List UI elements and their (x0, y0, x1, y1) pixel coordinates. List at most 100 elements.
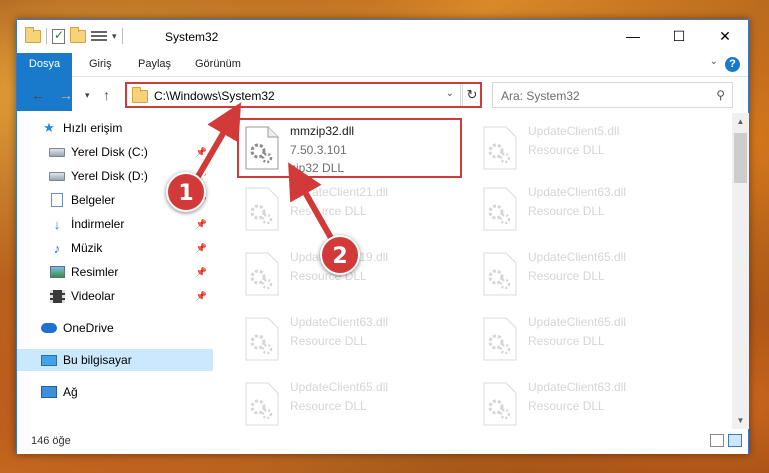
pin-icon[interactable]: 📌 (196, 219, 207, 230)
new-folder-icon[interactable] (70, 26, 86, 43)
file-type: Resource DLL (290, 399, 367, 413)
sidebar-item-label: Yerel Disk (C:) (71, 145, 148, 159)
navigation-pane: ★ Hızlı erişim Yerel Disk (C:) 📌 Yerel D… (17, 113, 213, 429)
file-type: Resource DLL (528, 399, 605, 413)
up-arrow-icon[interactable]: ↑ (103, 87, 110, 103)
file-item[interactable]: UpdateClient21.dll Resource DLL (238, 180, 460, 238)
title-bar: ▾ System32 — ☐ ✕ (17, 20, 748, 53)
scroll-down-icon[interactable]: ▼ (732, 412, 749, 429)
maximize-button[interactable]: ☐ (656, 20, 702, 52)
file-item[interactable]: UpdateClient63.dll Resource DLL (476, 180, 698, 238)
star-icon: ★ (43, 120, 55, 135)
dll-file-icon (483, 252, 517, 296)
file-item[interactable]: UpdateClient65.dll Resource DLL (476, 310, 698, 368)
close-button[interactable]: ✕ (702, 20, 748, 52)
folder-icon (25, 26, 41, 43)
file-item[interactable]: UpdateClient65.dll Resource DLL (238, 375, 460, 429)
sidebar-item-music[interactable]: ♪ Müzik 📌 (17, 237, 213, 259)
file-name: UpdateClient63.dll (528, 185, 627, 199)
expand-ribbon-icon[interactable]: ⌄ (710, 56, 718, 67)
address-bar[interactable]: C:\Windows\System32 ⌄ (125, 82, 461, 108)
properties-check-icon[interactable] (52, 28, 65, 44)
sidebar-item-label: Hızlı erişim (63, 121, 123, 135)
file-item[interactable]: UpdateClient65.dll Resource DLL (476, 245, 698, 303)
file-name: UpdateClient65.dll (528, 250, 627, 264)
pin-icon[interactable]: 📌 (196, 291, 207, 302)
pin-icon[interactable]: 📌 (196, 243, 207, 254)
large-icons-view-icon[interactable] (728, 434, 742, 447)
window-controls: — ☐ ✕ (610, 20, 748, 52)
music-icon: ♪ (53, 240, 61, 256)
dll-file-icon (245, 382, 279, 426)
search-placeholder: Ara: System32 (501, 89, 580, 103)
sidebar-item-label: OneDrive (63, 321, 114, 335)
file-name: mmzip32.dll (290, 124, 355, 138)
file-type: Resource DLL (528, 204, 605, 218)
pin-icon[interactable]: 📌 (196, 267, 207, 278)
sidebar-item-label: Bu bilgisayar (63, 353, 132, 367)
sidebar-item-network[interactable]: Ağ (17, 381, 213, 403)
step-badge-2: 2 (320, 235, 360, 275)
dll-file-icon (483, 382, 517, 426)
dll-file-icon (483, 317, 517, 361)
chevron-down-icon[interactable]: ⌄ (446, 88, 454, 99)
file-item[interactable]: UpdateClient5.dll Resource DLL (476, 119, 698, 177)
file-name: UpdateClient21.dll (290, 185, 389, 199)
sidebar-item-quick-access[interactable]: ★ Hızlı erişim (17, 117, 213, 139)
file-list: mmzip32.dll 7.50.3.101 zip32 DLL UpdateC… (214, 113, 732, 429)
search-input[interactable]: Ara: System32 ⚲ (492, 82, 733, 108)
minimize-button[interactable]: — (610, 20, 656, 52)
file-type: Resource DLL (290, 204, 367, 218)
file-name: UpdateClient5.dll (528, 124, 620, 138)
tab-share[interactable]: Paylaş (138, 53, 171, 76)
file-version: 7.50.3.101 (290, 143, 347, 157)
folder-icon (132, 87, 148, 103)
file-name: UpdateClient65.dll (290, 380, 389, 394)
ribbon-tabs: Dosya Giriş Paylaş Görünüm ⌄ ? (17, 53, 748, 111)
scroll-thumb[interactable] (734, 133, 747, 183)
file-item[interactable]: UpdateClient63.dll Resource DLL (476, 375, 698, 429)
tab-home[interactable]: Giriş (89, 53, 112, 76)
scroll-up-icon[interactable]: ▲ (732, 113, 749, 130)
vertical-scrollbar[interactable]: ▲ ▼ (732, 113, 749, 429)
window-title: System32 (165, 30, 219, 44)
sidebar-item-label: Yerel Disk (D:) (71, 169, 148, 183)
details-view-icon[interactable] (710, 434, 724, 447)
dll-file-icon (245, 317, 279, 361)
sidebar-item-this-pc[interactable]: Bu bilgisayar (17, 349, 213, 371)
help-icon[interactable]: ? (725, 57, 740, 72)
toolbar-dropdown-icon[interactable]: ▾ (112, 31, 117, 42)
dll-file-icon (245, 252, 279, 296)
file-item[interactable]: UpdateClient63.dll Resource DLL (238, 310, 460, 368)
view-switcher (710, 434, 742, 447)
sidebar-item-label: Müzik (71, 241, 103, 255)
forward-arrow-icon[interactable]: → (59, 87, 73, 103)
file-item-mmzip32[interactable]: mmzip32.dll 7.50.3.101 zip32 DLL (238, 119, 460, 177)
video-icon (49, 289, 65, 303)
address-path: C:\Windows\System32 (154, 89, 275, 103)
sidebar-item-disk-c[interactable]: Yerel Disk (C:) 📌 (17, 141, 213, 163)
customize-toolbar-icon[interactable] (91, 29, 107, 43)
file-type: Resource DLL (290, 334, 367, 348)
sidebar-item-downloads[interactable]: ↓ İndirmeler 📌 (17, 213, 213, 235)
search-icon[interactable]: ⚲ (716, 88, 725, 102)
refresh-button[interactable]: ↻ (462, 82, 482, 108)
sidebar-item-onedrive[interactable]: OneDrive (17, 317, 213, 339)
back-arrow-icon[interactable]: ← (31, 87, 45, 103)
item-count: 146 öğe (31, 435, 71, 447)
tab-view[interactable]: Görünüm (195, 53, 241, 76)
dll-file-icon (483, 187, 517, 231)
sidebar-item-label: Belgeler (71, 193, 116, 207)
recent-locations-icon[interactable]: ▾ (85, 90, 90, 101)
dll-file-icon (245, 187, 279, 231)
sidebar-item-videos[interactable]: Videolar 📌 (17, 285, 213, 307)
file-type: Resource DLL (528, 269, 605, 283)
sidebar-item-label: İndirmeler (71, 217, 125, 231)
document-icon (49, 193, 65, 207)
drive-icon (49, 145, 65, 159)
file-type: zip32 DLL (290, 161, 345, 175)
sidebar-item-pictures[interactable]: Resimler 📌 (17, 261, 213, 283)
pin-icon[interactable]: 📌 (196, 147, 207, 158)
computer-icon (41, 353, 57, 367)
dll-file-icon (483, 126, 517, 170)
